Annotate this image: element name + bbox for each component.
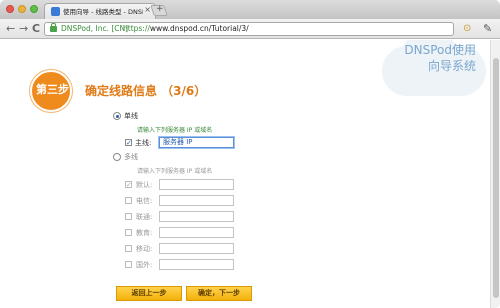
single-line-hint: 请输入下列服务器 IP 或域名 <box>137 127 213 134</box>
scrollbar-thumb[interactable] <box>493 58 499 298</box>
overseas-line-label: 国外: <box>136 261 153 269</box>
telecom-line-checkbox[interactable] <box>125 197 132 204</box>
default-line-input[interactable] <box>159 179 234 190</box>
step-badge-label: 第三步 <box>36 83 69 96</box>
url-text[interactable]: https://www.dnspod.cn/Tutorial/3/ <box>123 24 249 33</box>
multi-line-hint: 请输入下列服务器 IP 或域名 <box>137 168 213 175</box>
tab-title: 使用向导 - 线路类型 - DNSPod <box>63 8 143 16</box>
telecom-line-label: 电信: <box>136 197 153 205</box>
close-window-button[interactable] <box>6 5 14 13</box>
main-line-label: 主线: <box>135 139 152 147</box>
main-line-checkbox[interactable]: ✓ <box>125 139 132 147</box>
unicom-line-label: 联通: <box>136 213 153 221</box>
single-line-label: 单线 <box>124 112 138 120</box>
mobile-line-checkbox[interactable] <box>125 245 132 252</box>
education-line-input[interactable] <box>159 227 234 238</box>
multi-line-label: 多线 <box>124 153 138 161</box>
multi-line-radio[interactable] <box>113 153 121 161</box>
url-path: www.dnspod.cn/Tutorial/3/ <box>149 24 249 33</box>
education-line-checkbox[interactable] <box>125 229 132 236</box>
browser-tab[interactable]: 使用向导 - 线路类型 - DNSPod × <box>44 3 156 19</box>
overseas-line-input[interactable] <box>159 259 234 270</box>
unicom-line-checkbox[interactable] <box>125 213 132 220</box>
page-content: DNSPod使用 向导系统 第三步 确定线路信息 （3/6） 单线 请输入下列服… <box>0 40 490 308</box>
unicom-line-input[interactable] <box>159 211 234 222</box>
mobile-line-input[interactable] <box>159 243 234 254</box>
browser-toolbar: ← → C DNSPod, Inc. [CN] https://www.dnsp… <box>0 19 500 39</box>
next-step-button[interactable]: 确定，下一步 <box>186 286 252 301</box>
back-step-button[interactable]: 返回上一步 <box>116 286 182 301</box>
rss-icon[interactable]: ⊙ <box>463 23 471 34</box>
minimize-window-button[interactable] <box>18 5 26 13</box>
brand-line-2: 向导系统 <box>427 59 476 73</box>
ev-certificate-label[interactable]: DNSPod, Inc. [CN] <box>61 24 128 33</box>
single-line-radio[interactable] <box>113 112 121 120</box>
new-tab-plus-icon[interactable]: + <box>156 4 164 14</box>
default-line-label: 默认: <box>136 181 153 189</box>
address-bar[interactable]: DNSPod, Inc. [CN] https://www.dnspod.cn/… <box>44 22 454 36</box>
back-arrow-icon[interactable]: ← <box>6 22 15 35</box>
vertical-scrollbar[interactable] <box>490 40 500 308</box>
mobile-line-label: 移动: <box>136 245 153 253</box>
zoom-window-button[interactable] <box>30 5 38 13</box>
lock-icon <box>50 23 57 32</box>
reload-icon[interactable]: C <box>32 22 40 35</box>
default-line-checkbox[interactable]: ✓ <box>125 181 132 189</box>
page-title: 确定线路信息 （3/6） <box>85 84 207 98</box>
brand-logo: DNSPod使用 向导系统 <box>400 42 476 74</box>
favicon-icon <box>51 7 60 16</box>
overseas-line-checkbox[interactable] <box>125 261 132 268</box>
browser-window: 使用向导 - 线路类型 - DNSPod × + ← → C DNSPod, I… <box>0 0 500 308</box>
brand-line-1: DNSPod使用 <box>404 43 476 57</box>
url-scheme: https:// <box>123 24 150 33</box>
telecom-line-input[interactable] <box>159 195 234 206</box>
title-bar: 使用向导 - 线路类型 - DNSPod × + <box>0 0 500 19</box>
education-line-label: 教育: <box>136 229 153 237</box>
forward-arrow-icon[interactable]: → <box>19 22 28 35</box>
main-line-ip-input[interactable]: 服务器 IP <box>159 137 234 148</box>
wrench-icon[interactable]: ✎ <box>483 22 492 35</box>
